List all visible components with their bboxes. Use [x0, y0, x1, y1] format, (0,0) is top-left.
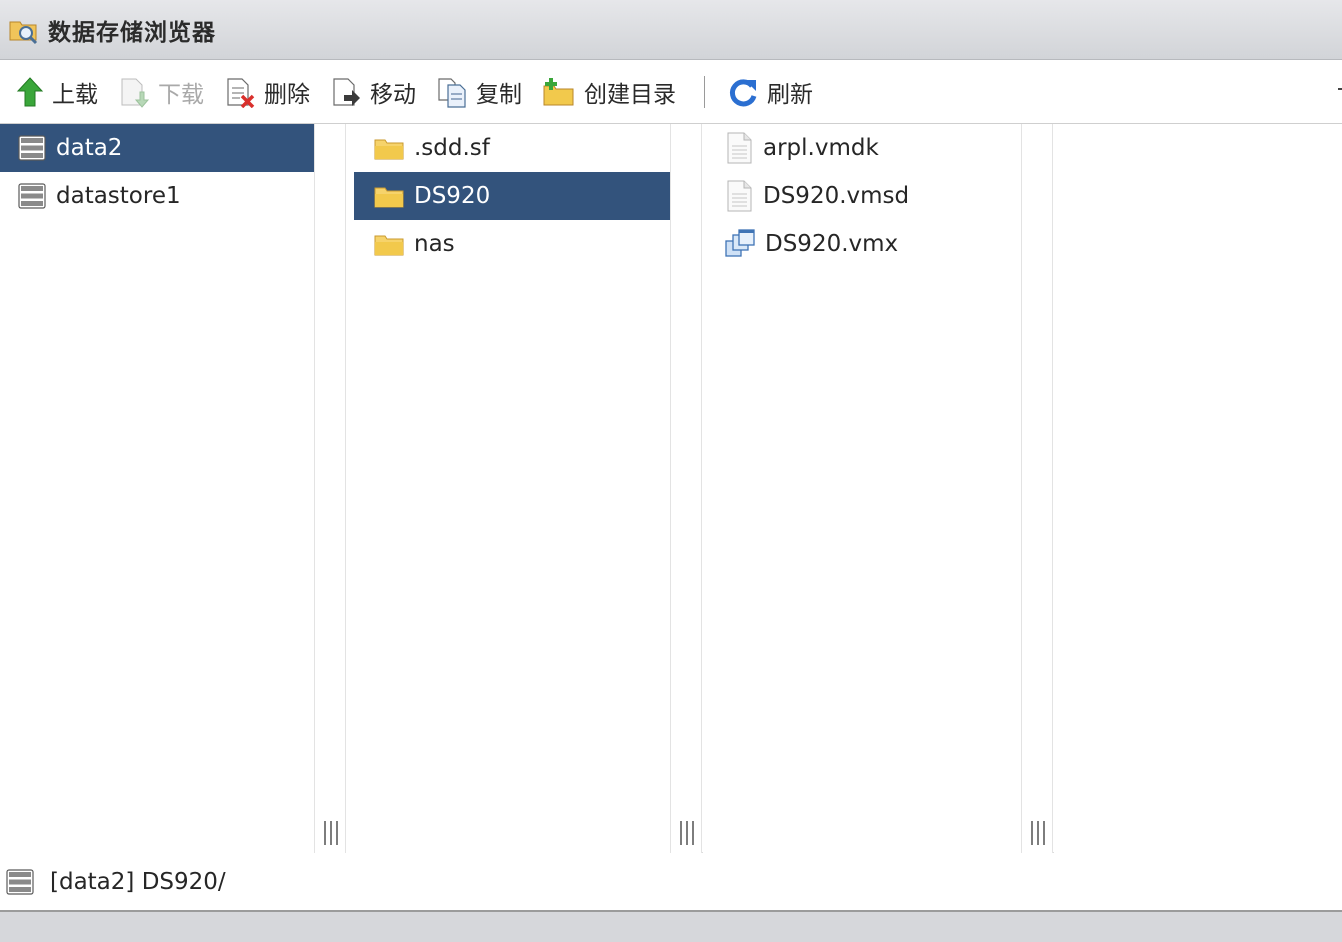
- new-folder-icon: [543, 77, 574, 105]
- title-bar: 数据存储浏览器: [0, 0, 1342, 60]
- refresh-button[interactable]: 刷新: [727, 72, 813, 112]
- file-name: arpl.vmdk: [763, 135, 879, 161]
- folder-item[interactable]: nas: [354, 220, 670, 268]
- file-name: DS920.vmx: [765, 231, 899, 257]
- column-splitter[interactable]: [1021, 124, 1053, 853]
- refresh-label: 刷新: [767, 81, 813, 108]
- datastore-name: datastore1: [56, 183, 181, 209]
- file-name: DS920.vmsd: [763, 183, 910, 209]
- refresh-icon: [729, 78, 757, 106]
- column-browser: data2 datastore1 .sdd.sf DS920 nas arpl.…: [0, 124, 1342, 853]
- upload-button[interactable]: 上载: [16, 72, 98, 112]
- create-directory-label: 创建目录: [584, 81, 676, 108]
- empty-column: [1054, 124, 1342, 853]
- datastore-icon: [6, 869, 34, 895]
- status-bar: [data2] DS920/: [0, 854, 1342, 912]
- delete-label: 删除: [264, 81, 310, 108]
- current-path: [data2] DS920/: [50, 869, 226, 895]
- window-title: 数据存储浏览器: [48, 19, 216, 46]
- move-icon: [333, 77, 360, 106]
- document-icon: [727, 132, 752, 164]
- upload-arrow-icon: [16, 76, 44, 106]
- toolbar-overflow-indicator: [1338, 88, 1342, 90]
- toolbar: 上载 下载 删除 移动 复制 创建目录 刷新: [0, 60, 1342, 124]
- folder-item[interactable]: DS920: [354, 172, 670, 220]
- vm-config-icon: [725, 229, 755, 257]
- file-column: arpl.vmdk DS920.vmsd DS920.vmx: [703, 124, 1021, 853]
- splitter-grip-icon: [324, 821, 338, 845]
- splitter-grip-icon: [680, 821, 694, 845]
- upload-label: 上载: [52, 81, 98, 108]
- copy-button[interactable]: 复制: [436, 72, 522, 112]
- folder-icon: [374, 235, 404, 256]
- copy-label: 复制: [476, 81, 522, 108]
- copy-icon: [438, 77, 466, 108]
- document-icon: [727, 180, 752, 212]
- datastore-name: data2: [56, 135, 123, 161]
- datastore-icon: [18, 183, 46, 209]
- datastore-column: data2 datastore1: [0, 124, 314, 853]
- move-button[interactable]: 移动: [330, 72, 416, 112]
- folder-name: DS920: [414, 183, 491, 209]
- datastore-icon: [18, 135, 46, 161]
- folder-column: .sdd.sf DS920 nas: [346, 124, 670, 853]
- window-footer: [0, 912, 1342, 942]
- file-item[interactable]: arpl.vmdk: [703, 124, 1021, 172]
- folder-item[interactable]: .sdd.sf: [354, 124, 670, 172]
- splitter-grip-icon: [1031, 821, 1045, 845]
- datastore-item[interactable]: datastore1: [0, 172, 314, 220]
- download-label: 下载: [158, 81, 204, 108]
- datastore-browser-icon: [9, 21, 38, 44]
- file-item[interactable]: DS920.vmsd: [703, 172, 1021, 220]
- folder-name: nas: [414, 231, 455, 257]
- create-directory-button[interactable]: 创建目录: [542, 72, 676, 112]
- download-icon: [121, 78, 150, 108]
- datastore-item[interactable]: data2: [0, 124, 314, 172]
- folder-icon: [374, 139, 404, 160]
- file-item[interactable]: DS920.vmx: [703, 220, 1021, 268]
- move-label: 移动: [370, 81, 416, 108]
- toolbar-separator: [704, 75, 705, 108]
- folder-name: .sdd.sf: [414, 135, 490, 161]
- download-button[interactable]: 下载: [118, 72, 204, 112]
- column-splitter[interactable]: [314, 124, 346, 853]
- column-splitter[interactable]: [670, 124, 702, 853]
- delete-icon: [227, 77, 255, 108]
- folder-icon: [374, 187, 404, 208]
- delete-button[interactable]: 删除: [224, 72, 310, 112]
